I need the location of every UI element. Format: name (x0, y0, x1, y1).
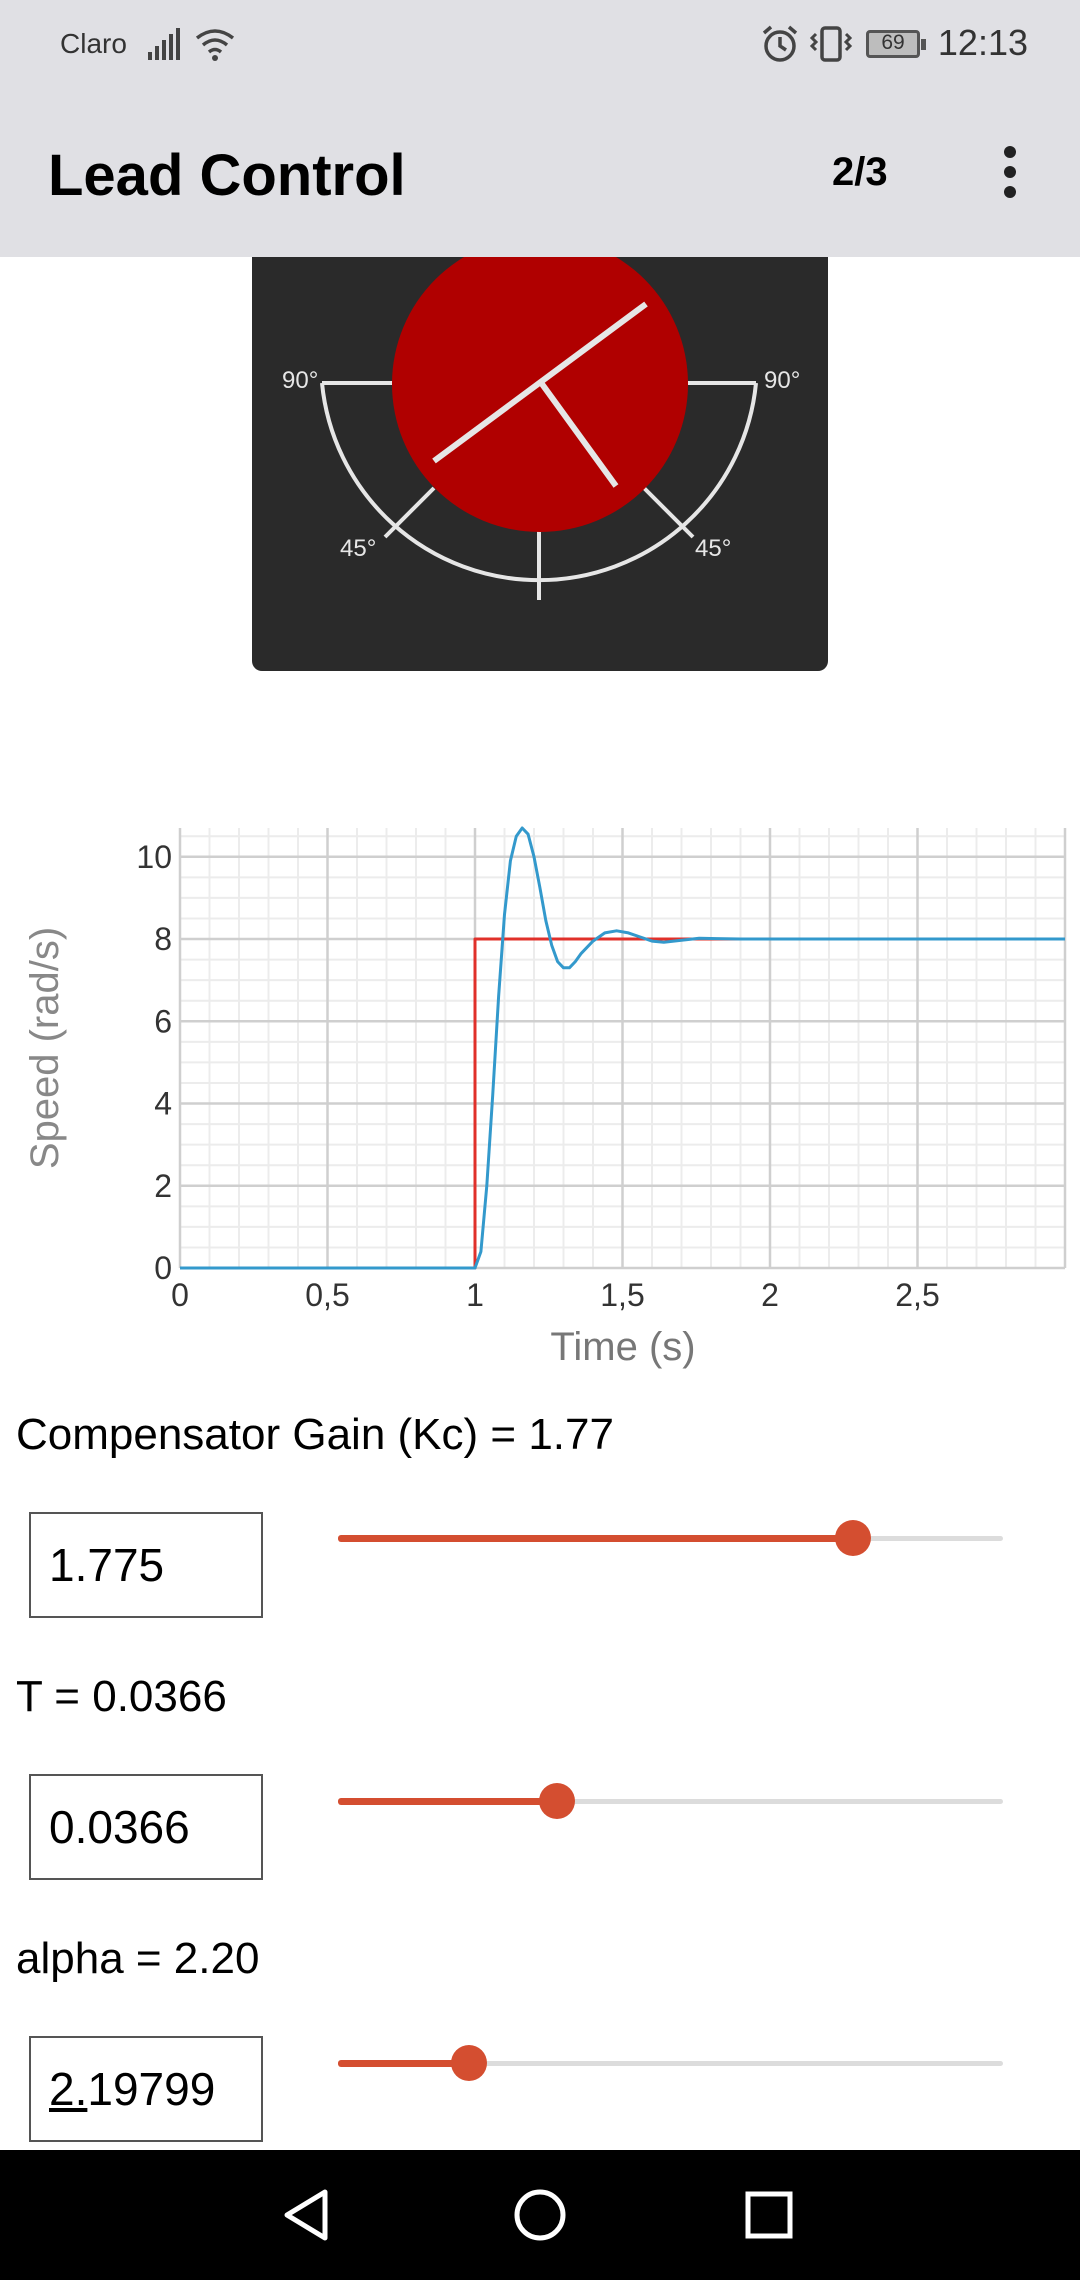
dial-tick-right-45 (642, 486, 695, 539)
alarm-icon (762, 25, 798, 62)
x-tick-label: 1,5 (600, 1277, 644, 1313)
y-tick-label: 4 (154, 1086, 172, 1122)
y-tick-label: 8 (154, 921, 172, 957)
chart-y-label: Speed (rad/s) (23, 927, 67, 1169)
home-circle-icon[interactable] (505, 2180, 575, 2250)
back-triangle-icon[interactable] (273, 2180, 343, 2250)
t-slider[interactable] (338, 1781, 1003, 1821)
page-indicator: 2/3 (832, 150, 888, 194)
t-slider-thumb[interactable] (539, 1783, 576, 1819)
label-right-90: 90° (764, 367, 800, 394)
chart-x-label: Time (s) (550, 1325, 695, 1369)
x-tick-label: 2,5 (895, 1277, 939, 1313)
alpha-slider-thumb[interactable] (451, 2045, 487, 2081)
chart-major-grid (178, 828, 1067, 1270)
chart-x-ticks: 0 0,5 1 1,5 2 2,5 (171, 1277, 940, 1313)
speed-chart-svg: 0 0,5 1 1,5 2 2,5 0 2 4 6 8 10 Time (s) Speed (rad… (23, 826, 1067, 1369)
y-tick-label: 6 (154, 1003, 172, 1039)
alpha-slider[interactable] (338, 2043, 1003, 2083)
x-tick-label: 0 (171, 1277, 189, 1313)
battery-icon: 69 (866, 30, 926, 58)
app-bar: Lead Control 2/3 (0, 92, 1080, 257)
dial-tick-left-45 (383, 486, 436, 539)
rotor-disc (392, 257, 688, 532)
alpha-input[interactable]: 2.19799 (29, 2036, 263, 2142)
kc-slider-thumb[interactable] (835, 1520, 872, 1556)
vibrate-icon (809, 26, 853, 62)
angle-dial-panel: 90° 90° 45° 45° (252, 257, 828, 671)
signal-icon (148, 28, 180, 60)
battery-level: 69 (881, 31, 905, 54)
t-input[interactable]: 0.0366 (29, 1774, 263, 1880)
wifi-icon (195, 29, 235, 61)
clock: 12:13 (937, 22, 1028, 63)
kc-slider[interactable] (338, 1518, 1003, 1558)
status-bar: Claro 69 12:13 (0, 0, 1080, 92)
chart-y-ticks: 0 2 4 6 8 10 (136, 839, 172, 1286)
angle-dial: 90° 90° 45° 45° (282, 257, 800, 600)
system-nav-bar (0, 2150, 1080, 2280)
recents-square-icon[interactable] (734, 2180, 804, 2250)
alpha-label: alpha = 2.20 (16, 1934, 260, 1983)
label-left-45: 45° (340, 535, 376, 562)
y-tick-label: 10 (136, 839, 172, 875)
y-tick-label: 2 (154, 1168, 172, 1204)
kc-label: Compensator Gain (Kc) = 1.77 (16, 1410, 614, 1459)
x-tick-label: 2 (761, 1277, 779, 1313)
t-label: T = 0.0366 (16, 1672, 227, 1721)
carrier-label: Claro (60, 28, 127, 59)
y-tick-label: 0 (154, 1250, 172, 1286)
kc-input[interactable]: 1.775 (29, 1512, 263, 1618)
speed-chart: 0 0,5 1 1,5 2 2,5 0 2 4 6 8 10 Time (s) Speed (rad… (0, 800, 1080, 1400)
x-tick-label: 1 (466, 1277, 484, 1313)
label-left-90: 90° (282, 367, 318, 394)
more-vert-icon[interactable] (990, 142, 1030, 202)
x-tick-label: 0,5 (305, 1277, 349, 1313)
app-title: Lead Control (48, 143, 406, 208)
label-right-45: 45° (695, 535, 731, 562)
